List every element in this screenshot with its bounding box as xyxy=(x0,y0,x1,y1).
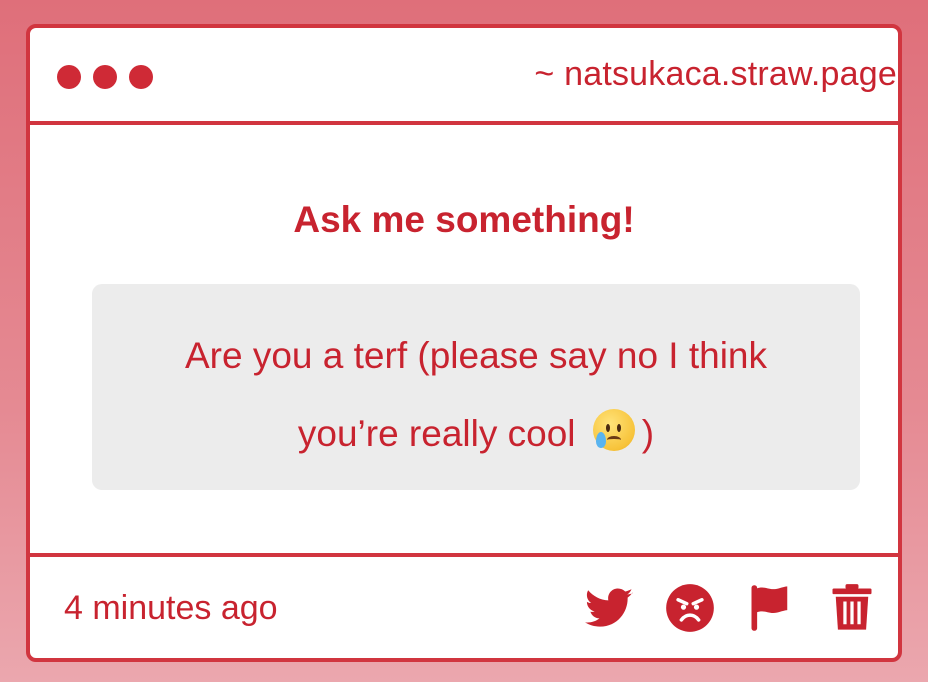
angry-face-icon[interactable] xyxy=(664,582,716,634)
question-line-1: Are you a terf (please say no I think xyxy=(184,335,768,376)
twitter-icon[interactable] xyxy=(583,582,635,634)
face-holding-back-tears-icon xyxy=(590,406,638,454)
card-footer: 4 minutes ago xyxy=(30,553,898,658)
timestamp: 4 minutes ago xyxy=(64,589,278,627)
question-text: Are you a terf (please say no I think yo… xyxy=(92,317,860,473)
trash-icon[interactable] xyxy=(826,582,878,634)
page-title: Ask me something! xyxy=(293,199,635,240)
flag-icon[interactable] xyxy=(745,582,797,634)
question-box: Are you a terf (please say no I think yo… xyxy=(92,284,860,490)
window-dot-2[interactable] xyxy=(93,65,117,89)
window-titlebar: ~ natsukaca.straw.page xyxy=(30,28,898,125)
window-dot-1[interactable] xyxy=(57,65,81,89)
ask-card-window: ~ natsukaca.straw.page Ask me something!… xyxy=(26,24,902,662)
question-line-2-end: ) xyxy=(641,413,655,454)
action-bar xyxy=(583,582,878,634)
window-controls xyxy=(57,65,153,89)
window-dot-3[interactable] xyxy=(129,65,153,89)
page-url[interactable]: ~ natsukaca.straw.page xyxy=(377,55,898,94)
card-content: Ask me something! Are you a terf (please… xyxy=(30,125,898,553)
question-line-2: you’re really cool xyxy=(297,413,576,454)
